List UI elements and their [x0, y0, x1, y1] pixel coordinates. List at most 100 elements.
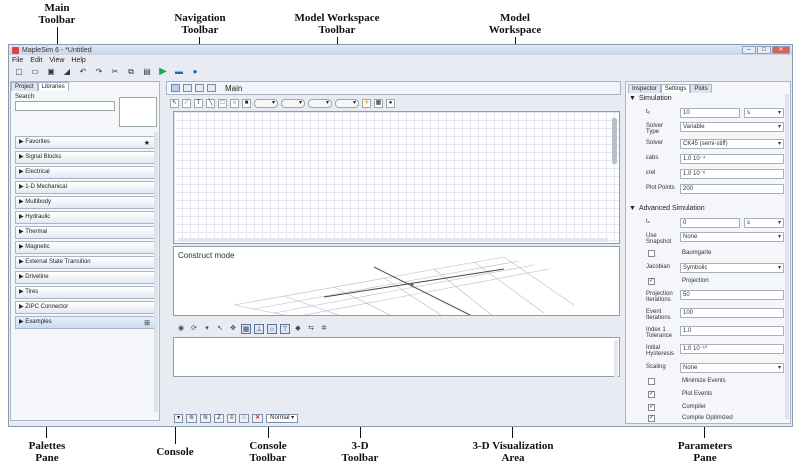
- palette-driveline[interactable]: ▶ Driveline: [15, 271, 155, 284]
- undo-icon[interactable]: ↶: [78, 67, 88, 77]
- menu-help[interactable]: Help: [71, 57, 85, 64]
- console-scrollbar[interactable]: [614, 340, 618, 378]
- help-globe-icon[interactable]: ●: [190, 67, 200, 77]
- projection-checkbox[interactable]: ✓: [648, 278, 655, 285]
- tab-project[interactable]: Project: [11, 82, 38, 91]
- tab-libraries[interactable]: Libraries: [37, 82, 69, 91]
- text-tool-icon[interactable]: T: [194, 98, 203, 108]
- pointer-icon[interactable]: ↖: [215, 324, 225, 334]
- fill-color-icon[interactable]: ■: [242, 98, 251, 108]
- console-settings-icon[interactable]: ∴: [239, 414, 250, 423]
- parameters-scrollbar[interactable]: [785, 94, 789, 419]
- view-dropdown-icon[interactable]: ▾: [202, 324, 212, 334]
- minimize-events-checkbox[interactable]: [648, 378, 655, 385]
- copy-icon[interactable]: ⧉: [126, 67, 136, 77]
- simulation-section-header[interactable]: ▼ Simulation: [629, 95, 672, 102]
- compiler-checkbox[interactable]: ✓: [648, 404, 655, 411]
- baumgarte-checkbox[interactable]: [648, 250, 655, 257]
- console-diagnostics-icon[interactable]: ≋: [200, 414, 212, 423]
- minimize-button[interactable]: –: [742, 46, 756, 54]
- console-mode-select[interactable]: Normal ▾: [266, 414, 299, 423]
- export-icon[interactable]: ✲: [319, 324, 329, 334]
- 3d-visualization-area[interactable]: Construct mode: [173, 246, 620, 316]
- compile-optimized-checkbox[interactable]: ✓: [648, 415, 655, 422]
- index1-tolerance-input[interactable]: 1.0: [680, 326, 784, 336]
- rotate-view-icon[interactable]: ⟳: [189, 324, 199, 334]
- grid-view-icon[interactable]: ▦: [241, 323, 251, 334]
- zoom-icon[interactable]: ●: [386, 98, 395, 108]
- axes-icon[interactable]: ⊥: [254, 323, 264, 334]
- camera-icon[interactable]: ◉: [176, 324, 186, 334]
- scaling-select[interactable]: None: [680, 363, 784, 373]
- main-level-icon[interactable]: [195, 84, 204, 92]
- open-folder-icon[interactable]: ▭: [30, 67, 40, 77]
- palette-electrical[interactable]: ▶ Electrical: [15, 166, 155, 179]
- console-expand-icon[interactable]: ▾: [174, 414, 184, 423]
- tab-plots[interactable]: Plots: [690, 84, 712, 93]
- palette-1d-mechanical[interactable]: ▶ 1-D Mechanical: [15, 181, 155, 194]
- zoom-to-fit-icon[interactable]: ✥: [228, 324, 238, 334]
- palette-thermal[interactable]: ▶ Thermal: [15, 226, 155, 239]
- model-workspace[interactable]: [173, 111, 620, 244]
- plot-points-input[interactable]: 200: [680, 184, 784, 194]
- palette-multibody[interactable]: ▶ Multibody: [15, 196, 155, 209]
- palette-magnetic[interactable]: ▶ Magnetic: [15, 241, 155, 254]
- paste-icon[interactable]: ▤: [142, 67, 152, 77]
- go-back-icon[interactable]: [207, 84, 216, 92]
- workspace-horizontal-scrollbar[interactable]: [178, 238, 608, 242]
- console-messages-icon[interactable]: ≋: [186, 414, 198, 423]
- eps-abs-input[interactable]: 1.0 10⁻⁴: [680, 154, 784, 164]
- connect-line-icon[interactable]: ⟋: [182, 98, 191, 108]
- console[interactable]: [173, 337, 620, 378]
- menu-edit[interactable]: Edit: [30, 57, 42, 64]
- ellipse-tool-icon[interactable]: ○: [230, 98, 239, 108]
- workspace-vertical-scrollbar[interactable]: [612, 118, 617, 164]
- light-icon[interactable]: ☼: [267, 323, 277, 334]
- console-filter-icon[interactable]: ≡: [226, 414, 237, 423]
- close-button[interactable]: ✕: [772, 46, 790, 54]
- palettes-scrollbar[interactable]: [154, 132, 158, 412]
- frame-icon[interactable]: ⊤: [280, 323, 290, 334]
- jacobian-select[interactable]: Symbolic: [680, 263, 784, 273]
- advanced-simulation-section-header[interactable]: ▼ Advanced Simulation: [629, 205, 705, 212]
- use-snapshot-select[interactable]: None: [680, 232, 784, 242]
- rectangle-tool-icon[interactable]: □: [218, 98, 227, 108]
- search-input[interactable]: [15, 101, 115, 111]
- palette-external-state-transition[interactable]: ▶ External State Transition: [15, 256, 155, 269]
- palette-examples[interactable]: ▶ Examples ⊞: [15, 316, 155, 329]
- line-style-dropdown[interactable]: ▾: [281, 98, 305, 108]
- palette-tires[interactable]: ▶ Tires: [15, 286, 155, 299]
- end-time-unit-select[interactable]: s: [744, 108, 784, 118]
- palette-zipc-connector[interactable]: ▶ ZIPC Connector: [15, 301, 155, 314]
- start-time-unit-select[interactable]: s: [744, 218, 784, 228]
- attach-icon[interactable]: ◢: [62, 67, 72, 77]
- tab-inspector[interactable]: Inspector: [628, 84, 661, 93]
- console-clear-icon[interactable]: ✕: [252, 414, 264, 423]
- projection-iterations-input[interactable]: 50: [680, 290, 784, 300]
- redo-icon[interactable]: ↷: [94, 67, 104, 77]
- end-time-input[interactable]: 10: [680, 108, 740, 118]
- new-file-icon[interactable]: ▢: [14, 67, 24, 77]
- cut-icon[interactable]: ✂: [110, 67, 120, 77]
- diagram-view-icon[interactable]: [171, 84, 180, 92]
- run-simulation-icon[interactable]: ▶: [158, 67, 168, 77]
- menu-view[interactable]: View: [49, 57, 64, 64]
- maple-link-icon[interactable]: ▬: [174, 67, 184, 77]
- palette-hydraulic[interactable]: ▶ Hydraulic: [15, 211, 155, 224]
- eps-rel-input[interactable]: 1.0 10⁻⁶: [680, 169, 784, 179]
- line-tool-icon[interactable]: ╲: [206, 98, 215, 108]
- solver-select[interactable]: CK45 (semi-stiff): [680, 139, 784, 149]
- stop-icon[interactable]: ⇆: [306, 324, 316, 334]
- palette-favorites[interactable]: ▶ Favorites ★: [15, 136, 155, 149]
- arrow-style-dropdown[interactable]: ▾: [308, 98, 332, 108]
- palette-signal-blocks[interactable]: ▶ Signal Blocks: [15, 151, 155, 164]
- wand-icon[interactable]: ⚡: [362, 98, 371, 108]
- plot-events-checkbox[interactable]: ✓: [648, 391, 655, 398]
- rotate-dropdown[interactable]: ▾: [335, 98, 359, 108]
- maximize-button[interactable]: □: [757, 46, 771, 54]
- line-color-dropdown[interactable]: ▾: [254, 98, 278, 108]
- parent-level-icon[interactable]: [183, 84, 192, 92]
- playback-icon[interactable]: ◆: [293, 324, 303, 334]
- menu-file[interactable]: File: [12, 57, 23, 64]
- initial-hysteresis-input[interactable]: 1.0 10⁻¹⁰: [680, 344, 784, 354]
